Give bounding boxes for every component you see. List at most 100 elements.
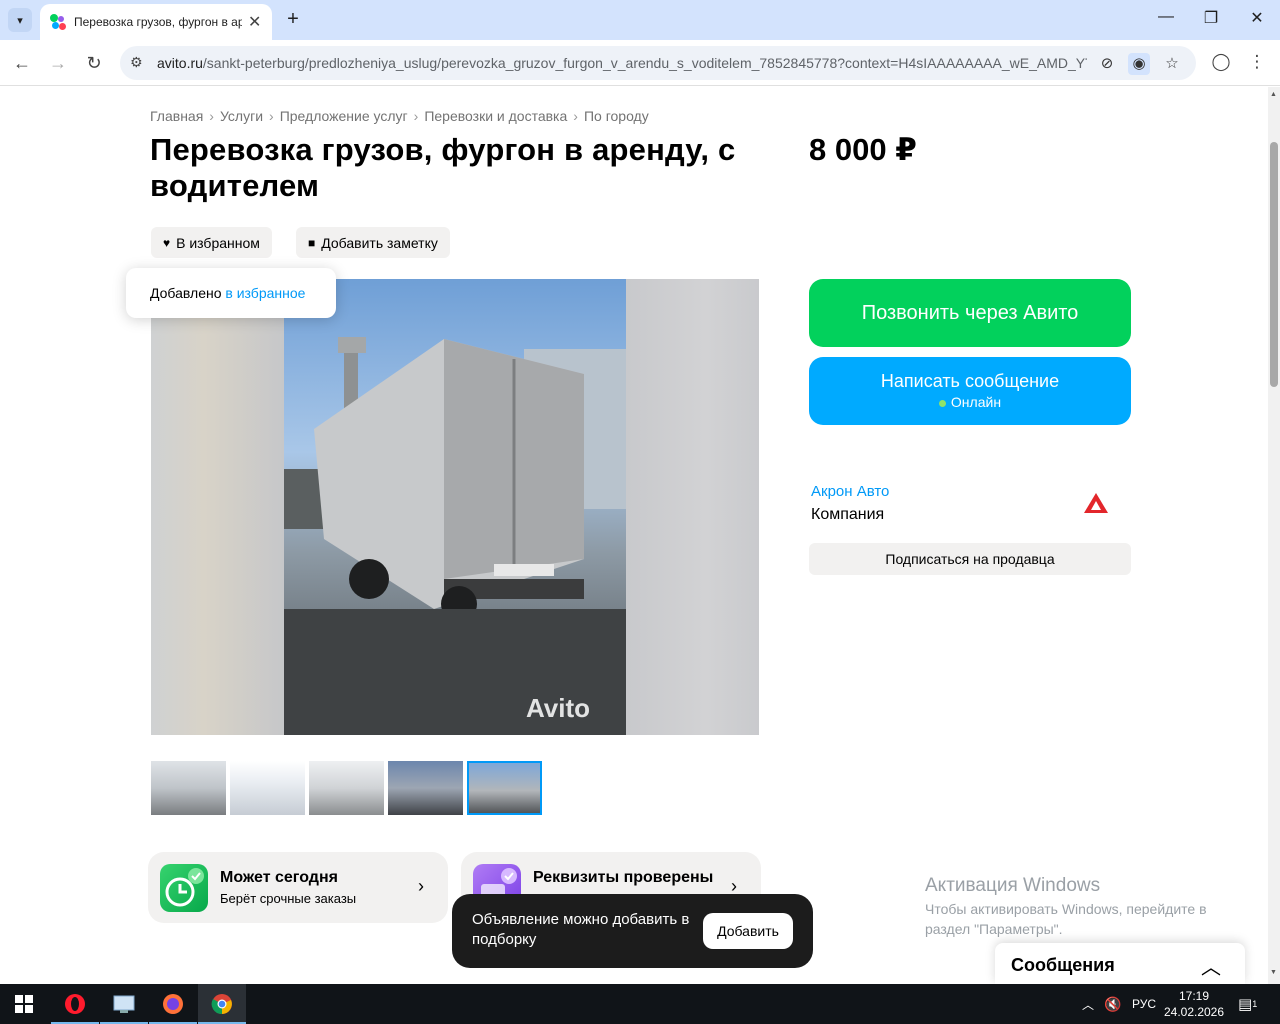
windows-taskbar: ︿ 🔇 РУС 17:19 24.02.2026 ▤ 1 (0, 984, 1280, 1024)
online-status: Онлайн (809, 394, 1131, 410)
favorites-link[interactable]: в избранное (225, 285, 305, 301)
activation-title: Активация Windows (925, 875, 1101, 896)
truck-photo (284, 279, 626, 735)
messages-panel[interactable]: Сообщения ︿ (995, 943, 1245, 984)
url-path: /sankt-peterburg/predlozheniya_uslug/per… (202, 55, 1087, 71)
minimize-icon[interactable]: — (1151, 8, 1181, 26)
photo-blur-left (151, 279, 284, 735)
clock-badge-icon (160, 864, 208, 912)
new-tab-plus-icon[interactable]: + (282, 8, 304, 30)
write-message-label: Написать сообщение (880, 371, 1060, 391)
main-photo[interactable]: Avito (151, 279, 759, 735)
page-content: Главная › Услуги › Предложение услуг › П… (0, 87, 1268, 984)
menu-kebab-icon[interactable]: ⋮ (1246, 52, 1268, 72)
browser-toolbar: ← → ↻ ⚙ avito.ru/sankt-peterburg/predloz… (0, 40, 1280, 86)
volume-muted-icon[interactable]: 🔇 (1104, 984, 1121, 1024)
toast-text: Добавлено (150, 285, 226, 301)
card-title: Реквизиты проверены (533, 869, 714, 886)
favorite-button[interactable]: ♥ В избранном (151, 227, 272, 258)
reload-icon[interactable]: ↻ (83, 52, 105, 74)
firefox-icon[interactable] (149, 984, 197, 1024)
control-panel-icon[interactable] (100, 984, 148, 1024)
note-icon: ■ (308, 235, 316, 250)
favorite-toast: Добавлено в избранное (126, 268, 336, 318)
browser-tabstrip: ▾ Перевозка грузов, фургон в аренду, с в… (0, 0, 1280, 40)
truck-illustration (284, 337, 626, 735)
call-via-avito-button[interactable]: Позвонить через Авито (809, 279, 1131, 347)
add-to-collection-snackbar: Объявление можно добавить в подборку Доб… (452, 894, 813, 968)
thumbnail-5[interactable] (467, 761, 542, 815)
breadcrumb-item[interactable]: Услуги (220, 108, 263, 124)
windows-activation-watermark: Активация Windows Чтобы активировать Win… (925, 875, 1245, 939)
start-windows-icon[interactable] (0, 984, 48, 1024)
opera-icon[interactable] (51, 984, 99, 1024)
thumbnail-1[interactable] (151, 761, 226, 815)
write-message-button[interactable]: Написать сообщение Онлайн (809, 357, 1131, 425)
chevron-right-icon: › (418, 876, 424, 896)
clock-date: 24.02.2026 (1163, 1005, 1225, 1019)
photo-thumbnails (151, 761, 542, 815)
online-dot-icon (938, 399, 946, 407)
favorite-label: В избранном (176, 234, 260, 251)
breadcrumb-separator-icon: › (209, 108, 214, 124)
url-host: avito.ru (157, 55, 203, 71)
listing-price: 8 000 ₽ (809, 132, 917, 167)
badge-card-today[interactable]: Может сегодня Берёт срочные заказы › (148, 852, 448, 923)
avito-favicon-icon (50, 14, 66, 30)
messages-title: Сообщения (1011, 955, 1115, 975)
scroll-down-icon[interactable]: ▼ (1270, 969, 1277, 976)
add-note-button[interactable]: ■ Добавить заметку (296, 227, 450, 258)
seller-name-link[interactable]: Акрон Авто (811, 483, 889, 500)
tab-title: Перевозка грузов, фургон в аренду, с вод… (74, 15, 242, 29)
thumbnail-2[interactable] (230, 761, 305, 815)
breadcrumb-separator-icon: › (413, 108, 419, 124)
seller-logo[interactable] (1076, 491, 1116, 521)
restore-icon[interactable]: ❐ (1196, 8, 1226, 28)
snackbar-add-button[interactable]: Добавить (703, 913, 793, 949)
tray-expand-icon[interactable]: ︿ (1082, 984, 1094, 1024)
profile-icon[interactable]: ◯ (1210, 52, 1232, 72)
breadcrumb-item[interactable]: Главная (150, 108, 203, 124)
seller-type: Компания (811, 506, 885, 523)
card-title: Может сегодня (220, 869, 338, 886)
chevron-up-icon[interactable]: ︿ (1201, 951, 1221, 980)
input-language[interactable]: РУС (1132, 984, 1156, 1024)
bookmark-star-icon[interactable]: ☆ (1161, 53, 1183, 75)
site-info-icon[interactable]: ⚙ (130, 54, 143, 71)
lens-search-icon[interactable]: ◉ (1128, 53, 1150, 75)
add-note-label: Добавить заметку (321, 234, 438, 251)
forward-arrow-icon[interactable]: → (47, 52, 69, 74)
breadcrumb-item[interactable]: Предложение услуг (280, 108, 408, 124)
page-scrollbar[interactable]: ▲ ▼ (1268, 87, 1280, 984)
notifications-icon[interactable]: ▤ 1 (1238, 984, 1257, 1024)
card-subtitle: Берёт срочные заказы (220, 891, 357, 906)
subscribe-seller-button[interactable]: Подписаться на продавца (809, 543, 1131, 575)
url-text[interactable]: avito.ru/sankt-peterburg/predlozheniya_u… (157, 55, 1087, 71)
close-window-icon[interactable]: ✕ (1242, 8, 1272, 28)
heart-icon: ♥ (163, 235, 171, 250)
akron-logo-icon (1084, 493, 1108, 513)
scroll-up-icon[interactable]: ▲ (1270, 91, 1277, 98)
address-bar[interactable]: ⚙ avito.ru/sankt-peterburg/predlozheniya… (120, 46, 1196, 80)
avito-watermark: Avito (526, 693, 591, 723)
breadcrumb-item[interactable]: Перевозки и доставка (424, 108, 567, 124)
snackbar-text: Объявление можно добавить в подборку (472, 911, 690, 948)
system-clock[interactable]: 17:19 24.02.2026 (1160, 988, 1228, 1020)
breadcrumb-item[interactable]: По городу (584, 108, 649, 124)
thumbnail-3[interactable] (309, 761, 384, 815)
tab-search-chevron-icon[interactable]: ▾ (8, 8, 32, 32)
breadcrumb-separator-icon: › (269, 108, 274, 124)
back-arrow-icon[interactable]: ← (11, 52, 33, 74)
tab-close-icon[interactable]: ✕ (248, 12, 261, 32)
tracking-protection-icon[interactable]: ⊘ (1096, 53, 1118, 75)
chrome-icon[interactable] (198, 984, 246, 1024)
breadcrumb-separator-icon: › (573, 108, 578, 124)
browser-tab-active[interactable]: Перевозка грузов, фургон в аренду, с вод… (40, 4, 272, 40)
listing-title: Перевозка грузов, фургон в аренду, с вод… (150, 132, 736, 203)
thumbnail-4[interactable] (388, 761, 463, 815)
photo-blur-right (626, 279, 759, 735)
clock-time: 17:19 (1178, 989, 1210, 1003)
scrollbar-thumb[interactable] (1270, 142, 1278, 387)
breadcrumb: Главная › Услуги › Предложение услуг › П… (150, 108, 649, 124)
notification-count: 1 (1252, 999, 1258, 1009)
